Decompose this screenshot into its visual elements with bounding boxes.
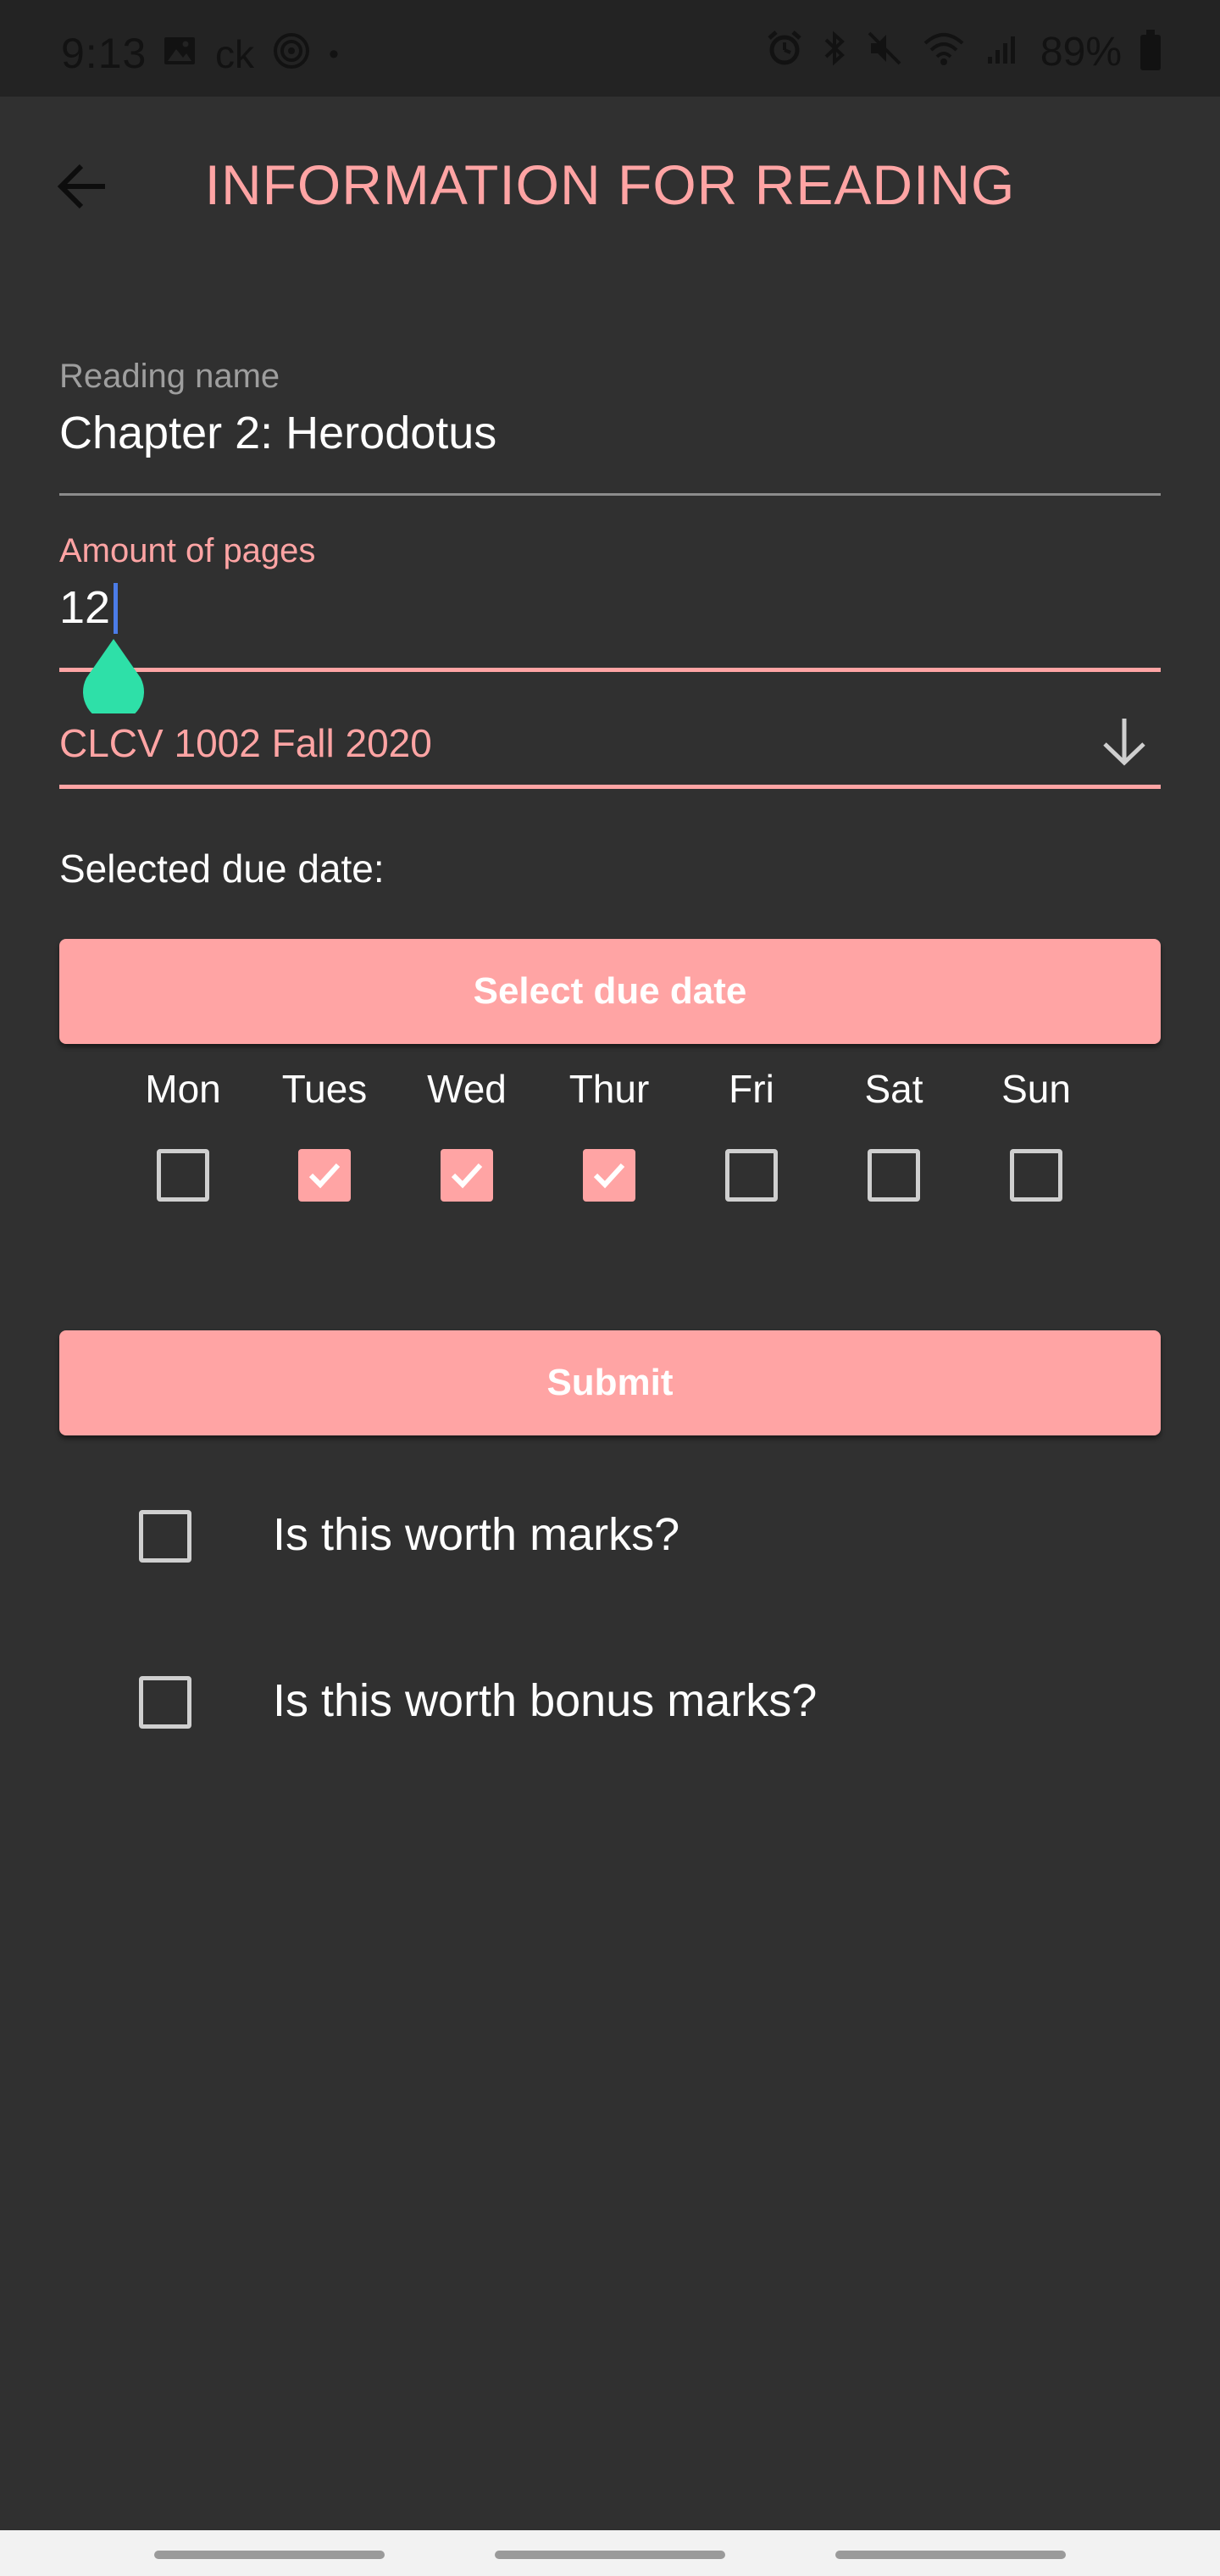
- carrier-text: ck: [215, 31, 254, 76]
- text-cursor: [114, 583, 118, 634]
- check-icon: [593, 1163, 625, 1189]
- check-icon: [451, 1163, 483, 1189]
- day-checkbox-thur[interactable]: [583, 1149, 635, 1202]
- day-label: Sat: [864, 1067, 923, 1111]
- status-time: 9:13: [61, 30, 147, 77]
- worth-marks-checkbox[interactable]: [139, 1510, 191, 1563]
- bonus-marks-checkbox[interactable]: [139, 1676, 191, 1729]
- course-dropdown-value: CLCV 1002 Fall 2020: [59, 721, 432, 765]
- day-checkbox-wed[interactable]: [441, 1149, 493, 1202]
- back-nav-button[interactable]: [835, 2551, 1066, 2559]
- battery-percent: 89%: [1040, 30, 1122, 75]
- back-button[interactable]: [49, 153, 117, 220]
- day-label: Thur: [568, 1067, 650, 1111]
- day-sat: Sat: [822, 1061, 966, 1202]
- reading-name-input[interactable]: Chapter 2: Herodotus: [59, 407, 496, 459]
- worth-marks-label: Is this worth marks?: [273, 1509, 680, 1560]
- course-dropdown[interactable]: CLCV 1002 Fall 2020: [59, 710, 1161, 786]
- day-mon: Mon: [111, 1061, 255, 1202]
- mute-icon: [866, 30, 903, 75]
- reading-name-underline: [59, 493, 1161, 496]
- status-right-icons: 89%: [766, 29, 1161, 75]
- selected-due-date-label: Selected due date:: [59, 847, 385, 891]
- day-label: Mon: [145, 1067, 221, 1111]
- navigation-bar: [0, 2530, 1220, 2576]
- cursor-handle[interactable]: [80, 637, 147, 723]
- reading-name-label: Reading name: [59, 358, 280, 395]
- day-checkbox-fri[interactable]: [725, 1149, 778, 1202]
- day-label: Tues: [281, 1067, 368, 1111]
- bluetooth-icon: [822, 30, 847, 75]
- day-sun: Sun: [964, 1061, 1108, 1202]
- select-due-date-button[interactable]: Select due date: [59, 939, 1161, 1044]
- page-title: INFORMATION FOR READING: [204, 153, 1016, 216]
- recent-apps-button[interactable]: [154, 2551, 385, 2559]
- check-icon: [308, 1163, 341, 1189]
- at-sign-icon: [273, 32, 310, 75]
- bonus-marks-label: Is this worth bonus marks?: [273, 1675, 818, 1726]
- day-thur: Thur: [537, 1061, 681, 1202]
- status-dot: •: [329, 37, 339, 70]
- status-bar: 9:13 ck • 89%: [0, 0, 1220, 97]
- days-row: Mon Tues Wed Thur Fri Sat Sun: [0, 1061, 1220, 1230]
- day-checkbox-sat[interactable]: [868, 1149, 920, 1202]
- day-checkbox-tues[interactable]: [298, 1149, 351, 1202]
- day-label: Fri: [729, 1067, 774, 1111]
- home-button[interactable]: [495, 2551, 725, 2559]
- day-tues: Tues: [252, 1061, 396, 1202]
- app-bar: INFORMATION FOR READING: [0, 97, 1220, 266]
- image-icon: [163, 34, 197, 74]
- arrow-left-icon: [57, 164, 105, 209]
- pages-label: Amount of pages: [59, 532, 316, 569]
- day-checkbox-mon[interactable]: [157, 1149, 209, 1202]
- worth-marks-row: Is this worth marks?: [0, 1498, 1220, 1583]
- pages-underline: [59, 668, 1161, 672]
- course-dropdown-underline: [59, 785, 1161, 789]
- day-wed: Wed: [395, 1061, 539, 1202]
- bonus-marks-row: Is this worth bonus marks?: [0, 1664, 1220, 1749]
- day-checkbox-sun[interactable]: [1010, 1149, 1062, 1202]
- arrow-down-icon: [1096, 713, 1152, 769]
- wifi-icon: [922, 30, 966, 75]
- status-left-icons: ck •: [163, 32, 339, 75]
- pages-input[interactable]: 12: [59, 581, 110, 634]
- day-label: Wed: [427, 1067, 507, 1111]
- battery-icon: [1140, 29, 1161, 70]
- signal-icon: [984, 30, 1022, 75]
- day-label: Sun: [1001, 1067, 1071, 1111]
- alarm-icon: [766, 30, 803, 75]
- day-fri: Fri: [679, 1061, 824, 1202]
- submit-button[interactable]: Submit: [59, 1330, 1161, 1435]
